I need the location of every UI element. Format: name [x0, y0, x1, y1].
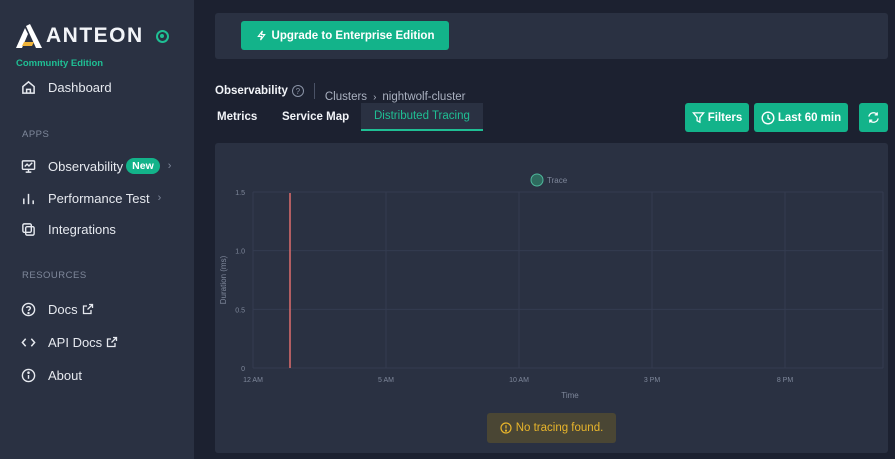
refresh-icon [868, 112, 879, 123]
status-dot-icon [155, 29, 169, 43]
sidebar-item-label: Dashboard [48, 79, 112, 95]
sidebar-item-about[interactable]: About [20, 365, 82, 385]
breadcrumb-root[interactable]: Observability [215, 85, 288, 97]
sidebar-item-performance-test[interactable]: Performance Test › [20, 188, 161, 208]
legend-label: Trace [547, 176, 568, 185]
y-tick-label: 0 [241, 366, 245, 373]
tracing-chart-panel: 0 0.5 1.0 1.5 12 AM 5 AM 10 AM 3 PM 8 PM Time Dura… [215, 143, 888, 453]
x-tick-label: 3 PM [644, 377, 661, 384]
tracing-chart: 0 0.5 1.0 1.5 12 AM 5 AM 10 AM 3 PM 8 PM Time Dura… [219, 173, 884, 400]
sidebar-item-docs[interactable]: Docs [20, 299, 94, 319]
anteon-logo-icon [16, 24, 42, 48]
empty-state-message: No tracing found. [515, 422, 604, 434]
sidebar-item-label: About [48, 367, 82, 383]
code-icon [20, 334, 36, 350]
bar-chart-icon [20, 190, 36, 206]
tab-metrics[interactable]: Metrics [217, 103, 257, 131]
legend-marker [530, 173, 544, 187]
sidebar-item-label: Performance Test [48, 190, 150, 206]
x-axis-title: Time [561, 391, 579, 400]
chevron-right-icon: › [157, 192, 162, 204]
y-axis-title: Duration (ms) [219, 255, 228, 304]
time-range-button-label: Last 60 min [777, 111, 842, 124]
sidebar-item-integrations[interactable]: Integrations [20, 219, 116, 239]
y-tick-label: 1.5 [235, 190, 245, 197]
tab-distributed-tracing[interactable]: Distributed Tracing [361, 103, 483, 131]
home-icon [20, 79, 36, 95]
help-circle-icon [20, 301, 36, 317]
y-tick-label: 0.5 [235, 307, 245, 314]
x-tick-label: 10 AM [509, 377, 529, 384]
lightning-icon [256, 30, 266, 41]
brand-name: ANTEON [46, 24, 144, 47]
top-bar: Upgrade to Enterprise Edition [215, 13, 888, 59]
x-tick-label: 12 AM [243, 377, 263, 384]
external-link-icon [106, 336, 118, 348]
x-tick-label: 8 PM [777, 377, 794, 384]
filter-icon [691, 112, 705, 124]
sidebar: ANTEON Community Edition Dashboard APPS … [0, 0, 194, 459]
refresh-button[interactable] [859, 103, 888, 132]
empty-state-notice: No tracing found. [487, 413, 616, 443]
resources-heading: RESOURCES [22, 270, 87, 281]
breadcrumb-clusters[interactable]: Clusters [325, 91, 367, 103]
warning-icon [500, 422, 512, 434]
x-tick-label: 5 AM [378, 377, 394, 384]
chevron-right-icon: › [373, 91, 377, 103]
sidebar-item-label: Docs [48, 301, 78, 317]
upgrade-button-label: Upgrade to Enterprise Edition [271, 29, 435, 42]
time-range-button[interactable]: Last 60 min [754, 103, 848, 132]
upgrade-button[interactable]: Upgrade to Enterprise Edition [241, 21, 449, 50]
sidebar-item-label: Integrations [48, 221, 116, 237]
sidebar-item-label: API Docs [48, 334, 103, 350]
integrations-icon [20, 221, 36, 237]
y-tick-label: 1.0 [235, 249, 245, 256]
breadcrumb: Observability ? Clusters › nightwolf-clu… [215, 79, 466, 103]
chevron-right-icon: › [167, 160, 172, 172]
sidebar-item-dashboard[interactable]: Dashboard [20, 77, 112, 97]
external-link-icon [82, 303, 94, 315]
filters-button-label: Filters [707, 111, 743, 124]
apps-heading: APPS [22, 129, 50, 140]
sidebar-item-api-docs[interactable]: API Docs [20, 332, 118, 352]
new-badge: New [126, 158, 160, 174]
clock-icon [761, 110, 775, 125]
monitor-icon [20, 158, 36, 174]
breadcrumb-divider [313, 83, 315, 99]
tab-service-map[interactable]: Service Map [282, 103, 349, 131]
breadcrumb-cluster-name: nightwolf-cluster [382, 91, 466, 103]
info-icon [20, 367, 36, 383]
filters-button[interactable]: Filters [685, 103, 749, 132]
sidebar-item-observability[interactable]: Observability New › [20, 156, 171, 176]
brand-logo[interactable]: ANTEON [16, 24, 169, 48]
help-icon[interactable]: ? [291, 85, 304, 97]
sidebar-item-label: Observability [48, 158, 124, 174]
edition-label: Community Edition [16, 58, 104, 69]
